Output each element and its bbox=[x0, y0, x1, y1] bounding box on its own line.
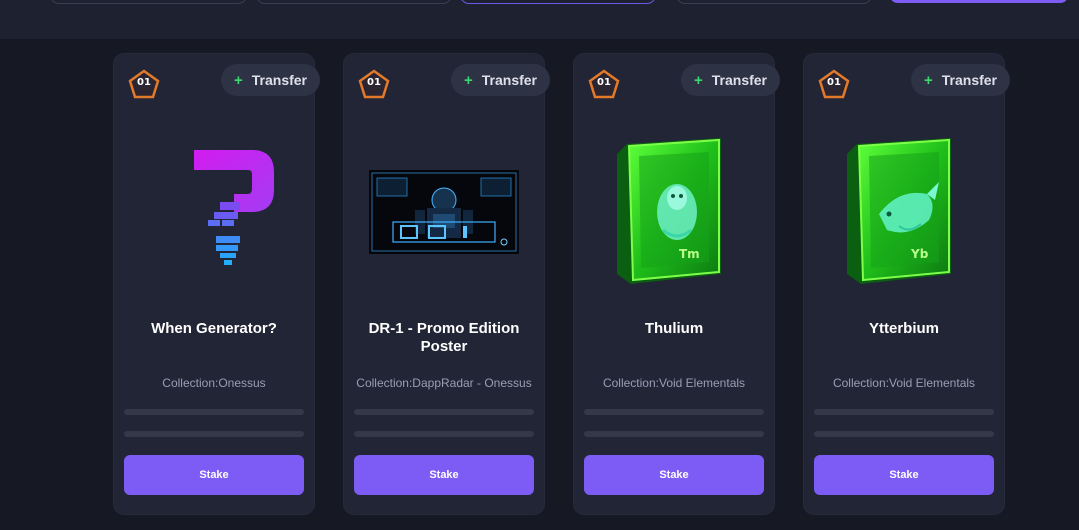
badge-number: 01 bbox=[597, 77, 611, 88]
filter-pill[interactable] bbox=[256, 0, 452, 4]
edition-badge: 01 bbox=[588, 69, 620, 99]
element-symbol: Yb bbox=[910, 247, 929, 261]
card-collection: Collection:Void Elementals bbox=[832, 376, 976, 390]
transfer-button[interactable]: + Transfer bbox=[451, 64, 550, 96]
top-action-button[interactable] bbox=[890, 0, 1068, 3]
edition-badge: 01 bbox=[128, 69, 160, 99]
card-title: Thulium bbox=[644, 320, 704, 337]
stat-bar bbox=[584, 409, 764, 415]
transfer-button[interactable]: + Transfer bbox=[681, 64, 780, 96]
robot-poster-art-icon bbox=[364, 132, 524, 292]
transfer-label: Transfer bbox=[711, 72, 767, 88]
stat-bar bbox=[354, 409, 534, 415]
stake-button[interactable]: Stake bbox=[814, 455, 994, 495]
plus-icon: + bbox=[693, 71, 703, 89]
element-card-art-icon: Tm bbox=[594, 132, 754, 292]
badge-number: 01 bbox=[827, 77, 841, 88]
transfer-button[interactable]: + Transfer bbox=[911, 64, 1010, 96]
stake-button[interactable]: Stake bbox=[124, 455, 304, 495]
edition-badge: 01 bbox=[358, 69, 390, 99]
plus-icon: + bbox=[463, 71, 473, 89]
edition-badge: 01 bbox=[818, 69, 850, 99]
plus-icon: + bbox=[233, 71, 243, 89]
transfer-label: Transfer bbox=[481, 72, 537, 88]
stake-button[interactable]: Stake bbox=[584, 455, 764, 495]
stat-bar bbox=[124, 409, 304, 415]
stat-bar bbox=[124, 431, 304, 437]
element-symbol: Tm bbox=[679, 247, 700, 261]
card-title: Ytterbium bbox=[868, 320, 939, 337]
nft-card: 01 + Transfer DR-1 - Promo Edition Poste… bbox=[344, 54, 550, 514]
filter-pill[interactable] bbox=[50, 0, 247, 4]
transfer-label: Transfer bbox=[251, 72, 307, 88]
card-collection: Collection:Void Elementals bbox=[602, 376, 746, 390]
stake-button[interactable]: Stake bbox=[354, 455, 534, 495]
transfer-label: Transfer bbox=[941, 72, 997, 88]
stat-bar bbox=[814, 409, 994, 415]
card-collection: Collection:Onessus bbox=[162, 376, 266, 390]
nft-card: 01 + Transfer Tm Thulium Collection:Void… bbox=[574, 54, 780, 514]
badge-number: 01 bbox=[367, 77, 381, 88]
question-mark-art-icon bbox=[134, 132, 294, 292]
top-filter-bar bbox=[0, 0, 1079, 39]
stat-bar bbox=[354, 431, 534, 437]
stat-bar bbox=[584, 431, 764, 437]
transfer-button[interactable]: + Transfer bbox=[221, 64, 320, 96]
card-title: When Generator? bbox=[151, 320, 277, 337]
badge-number: 01 bbox=[137, 77, 151, 88]
card-collection: Collection:DappRadar - Onessus bbox=[356, 376, 532, 390]
plus-icon: + bbox=[923, 71, 933, 89]
element-card-art-icon: Yb bbox=[824, 132, 984, 292]
nft-card: 01 + Transfer When Generator? Collection… bbox=[114, 54, 320, 514]
filter-pill[interactable] bbox=[676, 0, 872, 4]
stat-bar bbox=[814, 431, 994, 437]
filter-pill-active[interactable] bbox=[460, 0, 656, 4]
nft-card: 01 + Transfer Yb Ytterbium Collection:Vo… bbox=[804, 54, 1010, 514]
card-title: DR-1 - Promo Edition Poster bbox=[368, 320, 520, 355]
